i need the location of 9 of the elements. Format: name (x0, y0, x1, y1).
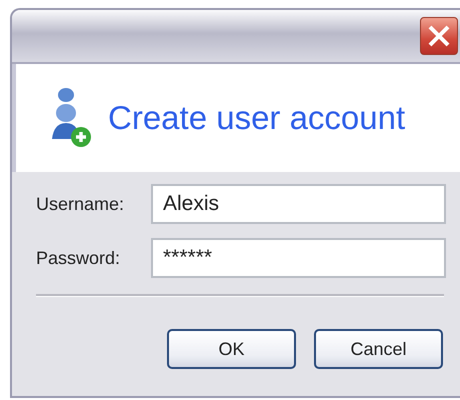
input-field[interactable]: Alexis (151, 184, 446, 224)
input-field[interactable]: ****** (151, 238, 446, 278)
dialog-button[interactable]: OK (167, 329, 296, 369)
dialog-button[interactable]: Cancel (314, 329, 443, 369)
close-button[interactable] (420, 17, 458, 55)
field-label: Password: (36, 248, 122, 268)
field-label: Username: (36, 194, 126, 214)
dialog-title: Create user account (108, 99, 406, 137)
close-icon (427, 24, 451, 48)
